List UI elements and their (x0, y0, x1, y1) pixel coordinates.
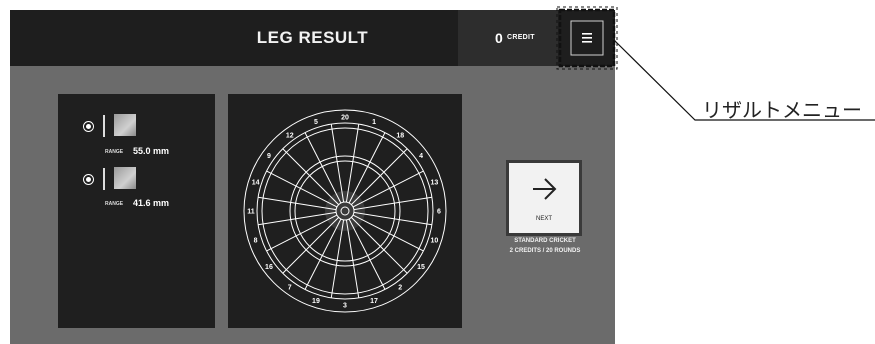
result-menu-button[interactable] (570, 20, 604, 56)
segment-line (351, 217, 408, 274)
board-number: 2 (398, 285, 402, 292)
segment-line (353, 211, 432, 226)
board-number: 4 (419, 153, 423, 160)
board-number: 16 (265, 264, 273, 271)
hamburger-menu-icon (570, 20, 604, 56)
next-label: NEXT (535, 216, 552, 222)
divider (103, 115, 105, 137)
segment-line (330, 219, 345, 298)
throw-photo (114, 114, 136, 136)
segment-line (330, 124, 345, 203)
segment-line (258, 196, 337, 211)
board-number: 17 (370, 298, 378, 305)
throw-list-panel: RANGE 55.0 mm RANGE 41.6 mm (58, 94, 215, 328)
segment-line (353, 196, 432, 211)
range-label: RANGE (105, 149, 124, 155)
game-screen: LEG RESULT 0 CREDIT RANGE 55.0 mm RANGE (10, 10, 615, 344)
board-number: 12 (286, 132, 294, 139)
segment-line (282, 148, 339, 205)
segment-line (345, 219, 360, 298)
next-button[interactable]: NEXT (509, 163, 579, 233)
board-number: 3 (343, 303, 347, 310)
arrow-right-icon (533, 178, 557, 200)
segment-line (351, 148, 408, 205)
board-number: 14 (252, 179, 260, 186)
board-number: 5 (314, 119, 318, 126)
game-mode: STANDARD CRICKET (514, 238, 576, 244)
board-number: 13 (431, 179, 439, 186)
board-number: 7 (288, 285, 292, 292)
credit-label: CREDIT (507, 34, 535, 41)
game-details: 2 CREDITS / 20 ROUNDS (509, 248, 581, 254)
segment-line (345, 124, 360, 203)
divider (103, 168, 105, 190)
result-menu-callout-label: リザルトメニュー (702, 98, 862, 122)
range-label: RANGE (105, 201, 124, 207)
board-number: 8 (254, 238, 258, 245)
top-bar: LEG RESULT 0 CREDIT (10, 10, 615, 66)
segment-line (258, 211, 337, 226)
board-number: 10 (431, 238, 439, 245)
board-number: 15 (417, 264, 425, 271)
board-number: 9 (267, 153, 271, 160)
board-number: 19 (312, 298, 320, 305)
dartboard: 20 1 18 4 13 6 10 15 2 17 3 19 7 16 8 11 14 9 12 5 (243, 109, 447, 313)
board-number: 1 (372, 119, 376, 126)
throw-photo (114, 167, 136, 189)
throw-radio[interactable] (83, 174, 94, 185)
board-number: 20 (341, 115, 349, 122)
throw-radio[interactable] (83, 121, 94, 132)
segment-line (282, 217, 339, 274)
range-value: 41.6 mm (133, 198, 170, 208)
dartboard-panel: 20 1 18 4 13 6 10 15 2 17 3 19 7 16 8 11 14 9 12 5 (228, 94, 462, 328)
range-value: 55.0 mm (133, 146, 170, 156)
board-number: 11 (247, 209, 255, 216)
board-number: 6 (437, 209, 441, 216)
credit-count: 0 (495, 30, 503, 46)
board-number: 18 (396, 132, 404, 139)
